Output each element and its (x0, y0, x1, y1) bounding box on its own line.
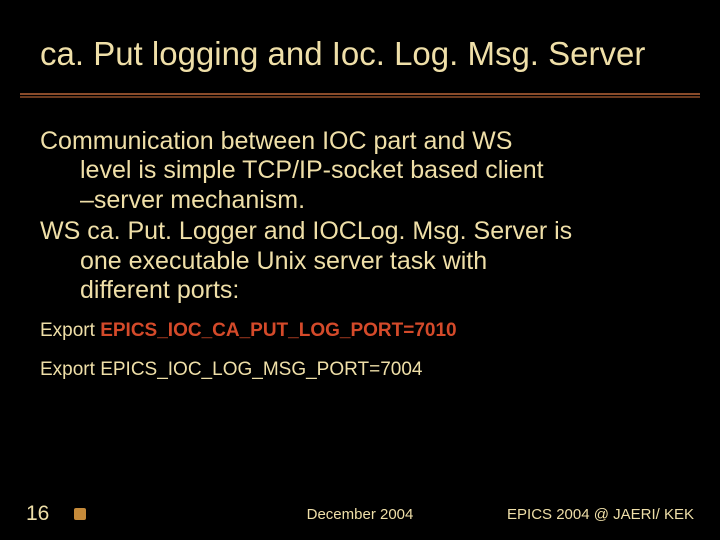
export2-full: Export EPICS_IOC_LOG_MSG_PORT=7004 (40, 359, 422, 380)
footer-venue: EPICS 2004 @ JAERI/ KEK (507, 506, 694, 523)
para1-line1: Communication between IOC part and WS (40, 127, 512, 155)
footer-date: December 2004 (307, 506, 414, 523)
para1-line2: level is simple TCP/IP-socket based clie… (40, 156, 680, 186)
para2-line3: different ports: (40, 276, 680, 306)
title-block: ca. Put logging and Ioc. Log. Msg. Serve… (0, 0, 720, 83)
horizontal-rule (20, 93, 700, 97)
footer-left: 16 (26, 502, 86, 526)
export-line-1: Export EPICS_IOC_CA_PUT_LOG_PORT=7010 (40, 320, 680, 343)
page-number: 16 (26, 502, 49, 526)
para2-line2: one executable Unix server task with (40, 247, 680, 277)
export-block: Export EPICS_IOC_CA_PUT_LOG_PORT=7010 Ex… (0, 308, 720, 382)
export-line-2: Export EPICS_IOC_LOG_MSG_PORT=7004 (40, 359, 680, 382)
export1-prefix: Export (40, 320, 100, 341)
paragraph-2: WS ca. Put. Logger and IOCLog. Msg. Serv… (40, 217, 680, 306)
bullet-icon (74, 508, 86, 520)
body-block: Communication between IOC part and WS le… (0, 97, 720, 306)
export1-value: EPICS_IOC_CA_PUT_LOG_PORT=7010 (100, 320, 456, 341)
para1-line3: –server mechanism. (40, 186, 680, 216)
rule-top (20, 93, 700, 95)
footer: 16 December 2004 EPICS 2004 @ JAERI/ KEK (0, 502, 720, 526)
slide: ca. Put logging and Ioc. Log. Msg. Serve… (0, 0, 720, 540)
para2-line1: WS ca. Put. Logger and IOCLog. Msg. Serv… (40, 217, 572, 245)
paragraph-1: Communication between IOC part and WS le… (40, 127, 680, 216)
slide-title: ca. Put logging and Ioc. Log. Msg. Serve… (40, 35, 690, 73)
rule-bottom (20, 96, 700, 98)
